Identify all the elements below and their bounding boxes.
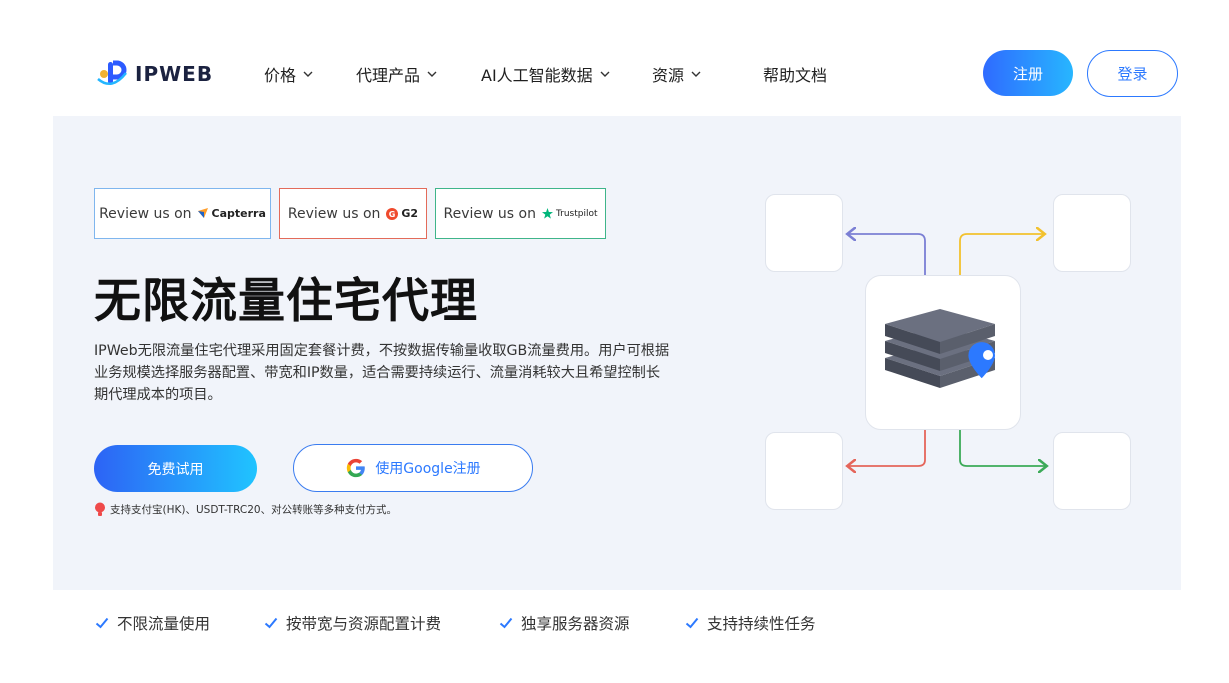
lightbulb-icon <box>95 502 105 516</box>
g2-icon: G <box>386 207 399 220</box>
arrow-top-right <box>959 234 1043 275</box>
arrow-top-left <box>849 234 926 275</box>
google-icon <box>347 458 366 478</box>
check-icon <box>685 617 699 629</box>
feature-item: 支持持续性任务 <box>685 612 816 634</box>
nav-item-label: AI人工智能数据 <box>481 66 593 85</box>
feature-label: 独享服务器资源 <box>521 615 630 633</box>
proxy-diagram <box>753 176 1153 536</box>
header: IPWEB 价格 代理产品 AI人工智能数据 资源 帮助文档 注册 登录 <box>0 0 1229 116</box>
arrow-bottom-left <box>849 430 926 466</box>
feature-item: 按带宽与资源配置计费 <box>264 612 441 634</box>
google-signup-label: 使用Google注册 <box>375 461 481 477</box>
chevron-down-icon <box>600 71 610 77</box>
login-button[interactable]: 登录 <box>1087 50 1178 97</box>
endpoint-box-top-right <box>1053 194 1131 272</box>
svg-text:G: G <box>389 210 396 219</box>
google-signup-button[interactable]: 使用Google注册 <box>293 444 533 492</box>
review-badges: Review us on Capterra Review us on G G2 … <box>94 188 606 239</box>
feature-label: 支持持续性任务 <box>707 615 816 633</box>
check-icon <box>499 617 513 629</box>
hero-section: Review us on Capterra Review us on G G2 … <box>53 116 1181 590</box>
review-prefix: Review us on <box>443 205 536 222</box>
endpoint-box-bottom-left <box>765 432 843 510</box>
nav-item-label: 资源 <box>652 66 685 85</box>
logo-text: IPWEB <box>135 62 214 86</box>
star-icon <box>541 208 553 219</box>
free-trial-button[interactable]: 免费试用 <box>94 445 257 492</box>
ipweb-logo-icon <box>97 60 127 86</box>
review-capterra-link[interactable]: Review us on Capterra <box>94 188 271 239</box>
register-button[interactable]: 注册 <box>983 50 1073 96</box>
nav-item-label: 代理产品 <box>356 66 421 85</box>
endpoint-box-top-left <box>765 194 843 272</box>
g2-brand: G G2 <box>386 207 418 220</box>
arrow-bottom-right <box>959 430 1045 466</box>
logo[interactable]: IPWEB <box>95 56 213 92</box>
nav-item-proxy-products[interactable]: 代理产品 <box>356 60 438 88</box>
page-title: 无限流量住宅代理 <box>94 274 478 329</box>
feature-label: 不限流量使用 <box>117 615 211 633</box>
payment-note: 支持支付宝(HK)、USDT-TRC20、对公转账等多种支付方式。 <box>94 502 397 517</box>
check-icon <box>95 617 109 629</box>
feature-label: 按带宽与资源配置计费 <box>286 615 442 633</box>
nav-item-resources[interactable]: 资源 <box>652 60 702 88</box>
chevron-down-icon <box>427 71 437 77</box>
review-prefix: Review us on <box>99 205 192 222</box>
payment-note-text: 支持支付宝(HK)、USDT-TRC20、对公转账等多种支付方式。 <box>110 504 398 516</box>
nav-item-ai-data[interactable]: AI人工智能数据 <box>481 60 611 88</box>
trustpilot-brand: Trustpilot <box>541 208 598 219</box>
capterra-icon <box>197 208 208 218</box>
nav-item-label: 价格 <box>264 66 297 85</box>
nav-item-label: 帮助文档 <box>763 66 828 85</box>
feature-item: 不限流量使用 <box>95 612 210 634</box>
nav-item-docs[interactable]: 帮助文档 <box>763 60 827 88</box>
feature-item: 独享服务器资源 <box>499 612 630 634</box>
hero-description: IPWeb无限流量住宅代理采用固定套餐计费，不按数据传输量收取GB流量费用。用户… <box>94 343 670 403</box>
server-box <box>865 275 1021 430</box>
review-g2-link[interactable]: Review us on G G2 <box>279 188 427 239</box>
chevron-down-icon <box>303 71 313 77</box>
nav-item-pricing[interactable]: 价格 <box>264 60 314 88</box>
check-icon <box>264 617 278 629</box>
server-stack-icon <box>885 309 995 388</box>
chevron-down-icon <box>691 71 701 77</box>
endpoint-box-bottom-right <box>1053 432 1131 510</box>
review-trustpilot-link[interactable]: Review us on Trustpilot <box>435 188 606 239</box>
capterra-brand: Capterra <box>197 207 266 220</box>
review-prefix: Review us on <box>287 205 381 222</box>
feature-list: 不限流量使用 按带宽与资源配置计费 独享服务器资源 支持持续性任务 <box>0 612 1229 638</box>
